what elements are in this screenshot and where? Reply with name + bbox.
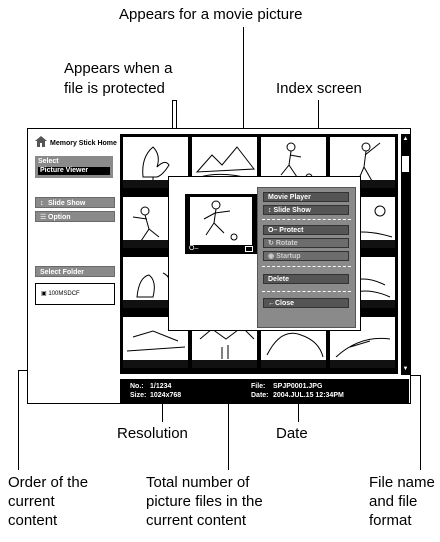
file-value: SPJP0001.JPG	[273, 383, 323, 390]
rotate-icon: ↻	[268, 240, 276, 247]
option-button[interactable]: ☰ Option	[35, 211, 115, 222]
callout-resolution: Resolution	[117, 425, 188, 442]
protect-label: Protect	[279, 227, 304, 234]
back-arrow-icon: ←	[268, 300, 275, 307]
callout-order-line3: content	[8, 512, 58, 529]
option-icon: ☰	[40, 214, 47, 221]
slide-show-button[interactable]: ↕ Slide Show	[35, 197, 115, 208]
callout-filename-line2: and file	[369, 493, 418, 510]
option-label: Option	[48, 214, 71, 221]
callout-filename-line3: format	[369, 512, 412, 529]
startup-icon: ◉	[268, 253, 277, 260]
slide-show-label: Slide Show	[48, 200, 86, 207]
callout-movie-picture: Appears for a movie picture	[119, 6, 303, 23]
movie-player-button[interactable]: Movie Player	[263, 192, 349, 202]
no-label: No.:	[130, 383, 144, 390]
callout-index-screen: Index screen	[276, 80, 362, 97]
popup-menu: Movie Player ↕ Slide Show O– Protect ↻ R…	[257, 187, 356, 328]
select-folder-button[interactable]: Select Folder	[35, 266, 115, 277]
delete-button[interactable]: Delete	[263, 274, 349, 284]
callout-order-line1: Order of the	[8, 474, 89, 491]
date-label: Date:	[251, 392, 269, 399]
scroll-up-icon[interactable]: ▲	[402, 136, 409, 142]
callout-protected-line2: file is protected	[64, 80, 165, 97]
menu-divider	[262, 266, 351, 267]
size-label: Size:	[130, 392, 147, 399]
index-screen: Memory Stick Home Select Picture Viewer …	[27, 128, 411, 404]
leader-filename-v	[420, 375, 421, 470]
rotate-label: Rotate	[275, 240, 298, 247]
file-label: File:	[251, 383, 266, 390]
leader-order-v	[18, 370, 19, 470]
slide-show-menu-button[interactable]: ↕ Slide Show	[263, 205, 349, 215]
callout-total-line3: current content	[146, 512, 247, 529]
no-value: 1/1234	[150, 383, 172, 390]
select-folder-label: Select Folder	[40, 269, 84, 276]
slideshow-icon: ↕	[40, 200, 44, 207]
startup-label: Startup	[276, 253, 301, 260]
sidebar: Memory Stick Home Select Picture Viewer …	[28, 129, 118, 375]
folder-name: 100MSDCF	[48, 291, 80, 297]
startup-button[interactable]: ◉ Startup	[263, 251, 349, 261]
slide-show-menu-label: Slide Show	[273, 207, 311, 214]
scrollbar[interactable]: ▲ ▼	[400, 134, 410, 375]
picture-popup: O– Movie Player ↕ Slide Show O– Protect …	[168, 176, 361, 331]
close-label: Close	[275, 300, 295, 307]
rotate-button[interactable]: ↻ Rotate	[263, 238, 349, 248]
close-button[interactable]: ←Close	[263, 298, 349, 308]
date-value: 2004.JUL.15 12:34PM	[273, 392, 344, 399]
home-title: Memory Stick Home	[50, 140, 117, 147]
scroll-thumb[interactable]	[402, 156, 409, 172]
picture-viewer-label: Picture Viewer	[38, 167, 110, 175]
callout-total-line1: Total number of	[146, 474, 250, 491]
select-label: Select	[38, 158, 59, 165]
scroll-down-icon[interactable]: ▼	[402, 366, 409, 372]
home-icon[interactable]	[35, 136, 47, 147]
callout-filename-line1: File name	[369, 474, 435, 491]
folder-item[interactable]: ▣ 100MSDCF	[35, 283, 115, 305]
preview-image	[190, 197, 252, 245]
size-value: 1024x768	[150, 392, 182, 399]
callout-total-line2: picture files in the	[146, 493, 263, 510]
leader-protected-top	[172, 100, 176, 101]
key-icon: O–	[189, 245, 199, 252]
menu-divider	[262, 219, 351, 220]
movie-icon	[245, 246, 253, 252]
select-picture-viewer[interactable]: Select Picture Viewer	[35, 156, 113, 178]
callout-date: Date	[276, 425, 308, 442]
key-icon: O–	[268, 227, 280, 234]
callout-protected-line1: Appears when a	[64, 60, 173, 77]
callout-order-line2: current	[8, 493, 55, 510]
selected-picture-preview: O–	[185, 194, 257, 254]
menu-divider	[262, 291, 351, 292]
protect-button[interactable]: O– Protect	[263, 225, 349, 235]
info-bar: No.: 1/1234 Size: 1024x768 File: SPJP000…	[120, 379, 409, 403]
